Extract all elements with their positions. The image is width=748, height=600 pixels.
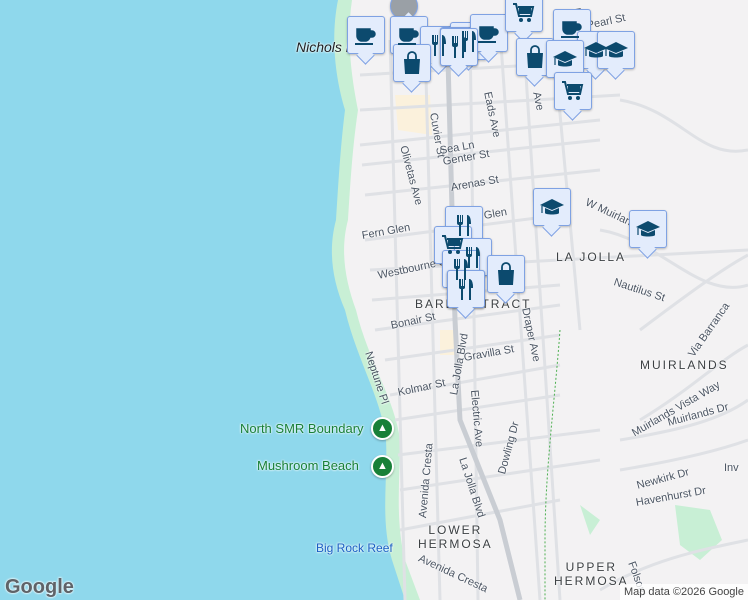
coffee-icon (398, 28, 419, 45)
map-attribution[interactable]: Map data ©2026 Google (619, 584, 748, 600)
marker-cart[interactable] (505, 0, 543, 32)
coffee-icon (355, 28, 376, 45)
shopping-bag-icon (404, 51, 420, 74)
neighborhood-upper-hermosa: UPPER HERMOSA (554, 560, 629, 588)
graduation-cap-icon (540, 199, 564, 215)
graduation-cap-icon (636, 221, 660, 237)
marker-restaurant[interactable] (447, 270, 485, 308)
shopping-bag-icon (498, 262, 514, 285)
shopping-bag-icon (527, 45, 543, 68)
coffee-icon (561, 21, 582, 38)
marker-graduation-cap[interactable] (629, 210, 667, 248)
poi-north-smr-boundary[interactable]: North SMR Boundary (240, 421, 364, 436)
marker-graduation-cap[interactable] (533, 188, 571, 226)
neighborhood-muirlands: MUIRLANDS (640, 358, 729, 372)
park-tree-icon[interactable]: ▲ (371, 417, 394, 440)
graduation-cap-icon (604, 42, 628, 58)
marker-cart[interactable] (554, 72, 592, 110)
google-logo: Google (5, 576, 74, 598)
marker-coffee[interactable] (347, 16, 385, 54)
park-tree-icon[interactable]: ▲ (371, 455, 394, 478)
cart-icon (562, 81, 584, 100)
map-canvas[interactable] (0, 0, 748, 600)
restaurant-icon (452, 37, 466, 58)
marker-graduation-cap[interactable] (597, 31, 635, 69)
neighborhood-lower-hermosa: LOWER HERMOSA (418, 523, 493, 551)
poi-mushroom-beach[interactable]: Mushroom Beach (257, 458, 359, 473)
graduation-cap-icon (553, 51, 577, 67)
restaurant-icon (459, 279, 473, 300)
poi-big-rock-reef[interactable]: Big Rock Reef (316, 541, 393, 555)
cart-icon (513, 3, 535, 22)
marker-shopping-bag[interactable] (487, 255, 525, 293)
street-label: Inv (724, 462, 739, 474)
coffee-icon (478, 26, 499, 43)
neighborhood-la-jolla: LA JOLLA (556, 250, 627, 264)
